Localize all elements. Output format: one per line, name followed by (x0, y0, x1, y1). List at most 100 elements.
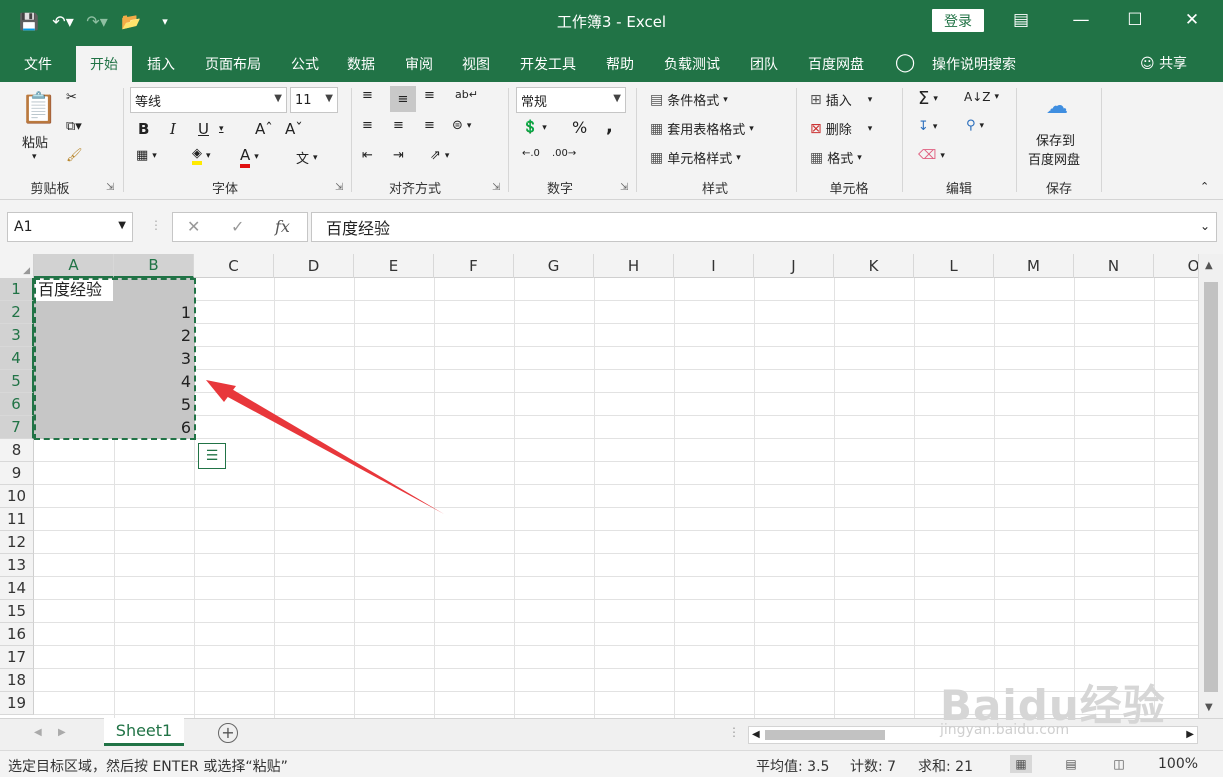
save-to-label-2[interactable]: 百度网盘 (1028, 149, 1080, 168)
tab-team[interactable]: 团队 (741, 46, 787, 82)
tab-developer[interactable]: 开发工具 (510, 46, 586, 82)
tab-review[interactable]: 审阅 (396, 46, 442, 82)
delete-cells-button[interactable]: ⊠ 删除 ▾ (810, 119, 872, 139)
minimize-button[interactable]: — (1061, 5, 1101, 35)
border-icon[interactable]: ▦ ▾ (136, 148, 157, 163)
lightbulb-icon[interactable]: ◯ (895, 52, 915, 73)
insert-function-icon[interactable]: fx (275, 217, 290, 236)
decrease-decimal-icon[interactable]: .00→ (552, 148, 576, 159)
increase-decimal-icon[interactable]: ←.0 (522, 148, 540, 159)
phonetic-icon[interactable]: 文 ▾ (296, 148, 318, 167)
tell-me-search[interactable]: 操作说明搜索 (922, 46, 1026, 82)
prev-sheet-icon[interactable]: ◀ (34, 727, 42, 738)
split-handle-icon[interactable]: ⋮ (728, 725, 740, 739)
zoom-level[interactable]: 100% (1158, 756, 1198, 772)
fill-icon[interactable]: ↧ ▾ (918, 119, 937, 134)
alignment-launcher-icon[interactable]: ⇲ (492, 182, 500, 193)
cell-styles-button[interactable]: ▦ 单元格样式 ▾ (650, 148, 741, 168)
currency-icon[interactable]: 💲 ▾ (522, 120, 547, 135)
close-button[interactable]: ✕ (1172, 5, 1212, 35)
scroll-down-icon[interactable]: ▼ (1205, 702, 1213, 713)
baidu-netdisk-icon[interactable]: ☁ (1046, 94, 1068, 119)
save-to-label-1[interactable]: 保存到 (1036, 130, 1075, 149)
insert-cells-button[interactable]: ⊞ 插入 ▾ (810, 90, 872, 110)
editing-group-label: 编辑 (945, 182, 972, 197)
worksheet-grid[interactable]: ABCDEFGHIJKLMNO ◢ 1 2 3 4 5 6 7 8 9 10 11 12 13 14 15 1… (0, 254, 1223, 718)
merge-center-icon[interactable]: ⊜ ▾ (452, 118, 471, 133)
collapse-ribbon-icon[interactable]: ⌃ (1200, 180, 1209, 193)
format-as-table-button[interactable]: ▦ 套用表格格式 ▾ (650, 119, 754, 139)
autosum-icon[interactable]: Σ ▾ (918, 88, 938, 109)
paste-icon[interactable]: 📋 (20, 88, 57, 128)
percent-button[interactable]: % (572, 118, 587, 137)
tab-help[interactable]: 帮助 (597, 46, 643, 82)
font-color-icon[interactable]: A ▾ (240, 146, 259, 168)
tab-view[interactable]: 视图 (453, 46, 499, 82)
tab-load-test[interactable]: 负载测试 (654, 46, 730, 82)
login-button[interactable]: 登录 (932, 9, 984, 32)
clipboard-launcher-icon[interactable]: ⇲ (106, 182, 114, 193)
number-format-combo[interactable]: 常规 ▼ (516, 87, 626, 113)
tab-home[interactable]: 开始 (76, 46, 132, 82)
vertical-scroll-thumb[interactable] (1204, 282, 1218, 692)
align-middle-icon[interactable]: ≡ (390, 86, 416, 112)
cut-icon[interactable]: ✂ (66, 90, 77, 105)
underline-icon[interactable]: U ▾ (198, 120, 224, 138)
wrap-text-icon[interactable]: ab↵ (455, 88, 478, 101)
formula-input[interactable]: 百度经验 ⌄ (311, 212, 1217, 242)
increase-font-icon[interactable]: Aˆ (255, 120, 273, 138)
tab-page-layout[interactable]: 页面布局 (196, 46, 270, 82)
format-cells-button[interactable]: ▦ 格式 ▾ (810, 148, 862, 168)
tab-insert[interactable]: 插入 (136, 46, 186, 82)
paste-dropdown-icon[interactable]: ▾ (32, 152, 37, 162)
format-painter-icon[interactable]: 🖌 (66, 148, 83, 163)
paste-button[interactable]: 粘贴 (22, 132, 48, 151)
tab-baidu-netdisk[interactable]: 百度网盘 (798, 46, 874, 82)
next-sheet-icon[interactable]: ▶ (58, 727, 66, 738)
align-top-icon[interactable]: ≡ (362, 88, 373, 103)
tab-data[interactable]: 数据 (338, 46, 384, 82)
group-divider (902, 88, 903, 192)
save-group-label: 保存 (1045, 182, 1072, 197)
vertical-scrollbar[interactable]: ▲ ▼ (1198, 254, 1223, 718)
clear-icon[interactable]: ⌫ ▾ (918, 148, 945, 163)
italic-icon[interactable]: I (170, 120, 176, 138)
number-launcher-icon[interactable]: ⇲ (620, 182, 628, 193)
scroll-right-icon[interactable]: ▶ (1186, 729, 1194, 740)
name-box[interactable]: A1 ▼ (7, 212, 133, 242)
copy-icon[interactable]: ⧉▾ (66, 119, 82, 134)
find-select-icon[interactable]: ⚲ ▾ (966, 118, 984, 133)
align-left-icon[interactable]: ≡ (362, 118, 373, 133)
decrease-indent-icon[interactable]: ⇤ (362, 148, 373, 163)
expand-formula-icon[interactable]: ⌄ (1200, 219, 1210, 233)
align-center-icon[interactable]: ≡ (393, 118, 404, 133)
font-size-combo[interactable]: 11 ▼ (290, 87, 338, 113)
orientation-icon[interactable]: ⇗ ▾ (430, 148, 449, 163)
decrease-font-icon[interactable]: Aˇ (285, 120, 303, 138)
increase-indent-icon[interactable]: ⇥ (393, 148, 404, 163)
tab-formulas[interactable]: 公式 (282, 46, 328, 82)
font-launcher-icon[interactable]: ⇲ (335, 182, 343, 193)
bold-icon[interactable]: B (138, 120, 149, 138)
conditional-format-button[interactable]: ▤ 条件格式 ▾ (650, 90, 728, 110)
enter-icon[interactable]: ✓ (231, 217, 244, 236)
cancel-icon[interactable]: ✕ (187, 217, 200, 236)
share-button[interactable]: ☺ 共享 (1140, 53, 1187, 73)
page-break-view-icon[interactable]: ◫ (1108, 755, 1130, 773)
font-name-combo[interactable]: 等线 ▼ (130, 87, 287, 113)
align-right-icon[interactable]: ≡ (424, 118, 435, 133)
page-layout-view-icon[interactable]: ▤ (1060, 755, 1082, 773)
ribbon-display-options-icon[interactable]: ▤ (1001, 5, 1041, 35)
align-bottom-icon[interactable]: ≡ (424, 88, 435, 103)
fill-color-icon[interactable]: ◈ ▾ (192, 146, 211, 165)
add-sheet-icon[interactable]: + (218, 723, 238, 743)
comma-button[interactable]: , (606, 116, 613, 137)
horizontal-scroll-thumb[interactable] (765, 730, 885, 740)
sheet-tab-sheet1[interactable]: Sheet1 (104, 718, 184, 746)
scroll-up-icon[interactable]: ▲ (1205, 260, 1213, 271)
sort-filter-icon[interactable]: A↓Z ▾ (964, 90, 999, 104)
tab-file[interactable]: 文件 (10, 46, 66, 82)
maximize-button[interactable]: ☐ (1115, 5, 1155, 35)
scroll-left-icon[interactable]: ◀ (752, 729, 760, 740)
normal-view-icon[interactable]: ▦ (1010, 755, 1032, 773)
